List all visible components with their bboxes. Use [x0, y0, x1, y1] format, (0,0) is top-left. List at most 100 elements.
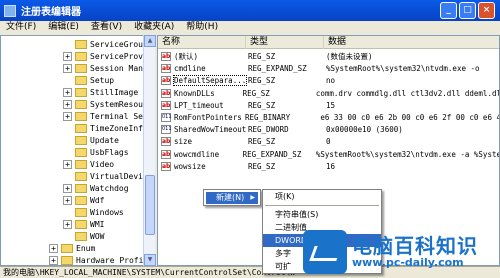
value-type-cell: REG_EXPAND_SZ	[248, 64, 307, 74]
tree-item[interactable]: Windows	[63, 206, 124, 218]
list-item[interactable]: ab wowcmdline REG_EXPAND_SZ %SystemRoot%\sy…	[158, 149, 499, 160]
context-menu: 新建(N) ▶	[203, 189, 261, 206]
string-value-icon: ab	[161, 52, 171, 61]
binary-value-icon: 011	[161, 125, 172, 135]
value-type-cell: REG_DWORD	[248, 125, 289, 135]
list-item[interactable]: ab cmdline REG_EXPAND_SZ %SystemRoot%\syste…	[158, 63, 499, 74]
string-value-icon: ab	[161, 64, 171, 74]
value-data-cell: %SystemRoot%\system32\ntvdm.exe -o	[326, 64, 480, 74]
value-name: LPT_timeout	[174, 100, 224, 110]
tree-item[interactable]: + Watchdog	[63, 182, 129, 194]
expand-toggle-icon[interactable]: +	[63, 111, 72, 121]
expand-toggle-icon[interactable]: +	[63, 87, 72, 97]
folder-icon	[75, 111, 87, 121]
tree-item[interactable]: ServiceGroupOr	[63, 38, 154, 50]
watermark-url: www.pc-daily.com	[352, 256, 464, 269]
value-data-cell: 0x00000e10 (3600)	[326, 125, 403, 135]
expand-toggle-icon[interactable]: +	[63, 159, 72, 169]
tree-item[interactable]: WOW	[63, 230, 104, 242]
menu-help[interactable]: 帮助(H)	[180, 21, 224, 34]
tree-item[interactable]: TimeZoneInform	[63, 122, 154, 134]
tree-item-label: WOW	[90, 231, 105, 241]
tree-item[interactable]: VirtualDeviceD	[63, 170, 154, 182]
value-name-cell: ab wowsize	[158, 161, 246, 171]
tree-item[interactable]: + ServiceProvide	[63, 50, 154, 62]
folder-icon	[75, 147, 87, 157]
tree-item-label: WMI	[90, 219, 105, 229]
tree-item[interactable]: + Wdf	[63, 194, 104, 206]
menu-view[interactable]: 查看(V)	[85, 21, 128, 34]
tree-scrollbar[interactable]: ▲ ▼	[143, 35, 156, 266]
tree-item[interactable]: + Enum	[49, 242, 95, 254]
folder-icon	[75, 231, 87, 241]
expand-toggle-icon[interactable]: +	[63, 183, 72, 193]
list-item[interactable]: ab wowsize REG_SZ 16	[158, 161, 499, 172]
tree-item[interactable]: + Hardware Profiles	[49, 254, 154, 265]
tree-item[interactable]: + Session Manage	[63, 62, 154, 74]
column-type-header[interactable]: 类型	[246, 36, 324, 49]
value-data-cell: e6 33 00 c0 e6 2b 00 c0 e6 2f 00 c0 e6 4	[320, 113, 500, 122]
tree-item-label: UsbFlags	[90, 147, 129, 157]
column-data-header[interactable]: 数据	[324, 36, 499, 49]
folder-icon	[75, 207, 87, 217]
tree-item-label: Windows	[90, 207, 124, 217]
tree-item[interactable]: + SystemResource	[63, 98, 154, 110]
expand-toggle-icon[interactable]: +	[63, 51, 72, 61]
list-item[interactable]: ab KnownDLLs REG_SZ comm.drv commdlg.dll ct…	[158, 88, 499, 99]
expand-toggle-icon[interactable]: +	[49, 255, 58, 265]
list-item[interactable]: 011 SharedWowTimeout REG_DWORD 0x00000e10 (…	[158, 124, 499, 135]
value-name: wowsize	[174, 161, 206, 171]
scroll-thumb[interactable]	[145, 175, 155, 235]
folder-icon	[75, 87, 87, 97]
folder-icon	[75, 51, 87, 61]
minimize-button[interactable]: _	[440, 2, 457, 19]
list-item[interactable]: ab DefaultSepara... REG_SZ no	[158, 75, 499, 87]
column-name-header[interactable]: 名称	[158, 36, 246, 49]
value-data-cell: (数值未设置)	[326, 52, 373, 61]
value-name: size	[174, 137, 193, 147]
tree-item[interactable]: Setup	[63, 74, 114, 86]
list-item[interactable]: 011 RomFontPointers REG_BINARY e6 33 00 c0 …	[158, 112, 500, 123]
folder-icon	[75, 159, 87, 169]
scroll-down-icon[interactable]: ▼	[144, 254, 156, 266]
folder-icon	[75, 63, 87, 73]
watermark-title: 电脑百科知识	[352, 234, 478, 258]
menu-file[interactable]: 文件(F)	[0, 21, 42, 34]
folder-icon	[61, 255, 73, 265]
tree-item[interactable]: + StillImage	[63, 86, 138, 98]
maximize-button[interactable]: □	[459, 2, 476, 19]
value-name: (默认)	[174, 52, 199, 61]
close-button[interactable]: ×	[478, 2, 495, 19]
value-type-cell: REG_SZ	[248, 161, 276, 171]
scroll-up-icon[interactable]: ▲	[144, 35, 156, 47]
folder-icon	[75, 171, 87, 181]
submenu-string-value[interactable]: 字符串值(S)	[263, 208, 381, 221]
expand-toggle-icon[interactable]: +	[63, 63, 72, 73]
title-bar: 注册表编辑器	[0, 0, 500, 21]
tree-item-label: Watchdog	[90, 183, 129, 193]
expand-toggle-icon[interactable]: +	[63, 195, 72, 205]
list-item[interactable]: ab size REG_SZ 0	[158, 136, 499, 147]
expand-toggle-icon[interactable]: +	[63, 219, 72, 229]
tree-item[interactable]: + Video	[63, 158, 114, 170]
value-name-cell: 011 SharedWowTimeout	[158, 125, 246, 135]
tree-item[interactable]: Update	[63, 134, 119, 146]
menu-favorites[interactable]: 收藏夹(A)	[128, 21, 180, 34]
tree-item[interactable]: + Terminal Serve	[63, 110, 154, 122]
value-type-cell: REG_SZ	[248, 137, 276, 147]
value-data-cell: 15	[326, 100, 336, 110]
registry-tree[interactable]: ServiceGroupOr + ServiceProvide + Session Ma…	[0, 35, 155, 266]
folder-icon	[75, 123, 87, 133]
submenu-key[interactable]: 项(K)	[263, 190, 381, 203]
context-new-item[interactable]: 新建(N) ▶	[206, 192, 258, 204]
expand-toggle-icon[interactable]: +	[63, 99, 72, 109]
menu-edit[interactable]: 编辑(E)	[42, 21, 85, 34]
tree-item[interactable]: UsbFlags	[63, 146, 129, 158]
folder-icon	[75, 75, 87, 85]
list-header: 名称 类型 数据	[158, 36, 499, 49]
expand-toggle-icon[interactable]: +	[49, 243, 58, 253]
submenu-arrow-icon: ▶	[250, 194, 255, 201]
list-item[interactable]: ab (默认) REG_SZ (数值未设置)	[158, 51, 499, 62]
list-item[interactable]: ab LPT_timeout REG_SZ 15	[158, 100, 499, 111]
tree-item[interactable]: + WMI	[63, 218, 104, 230]
